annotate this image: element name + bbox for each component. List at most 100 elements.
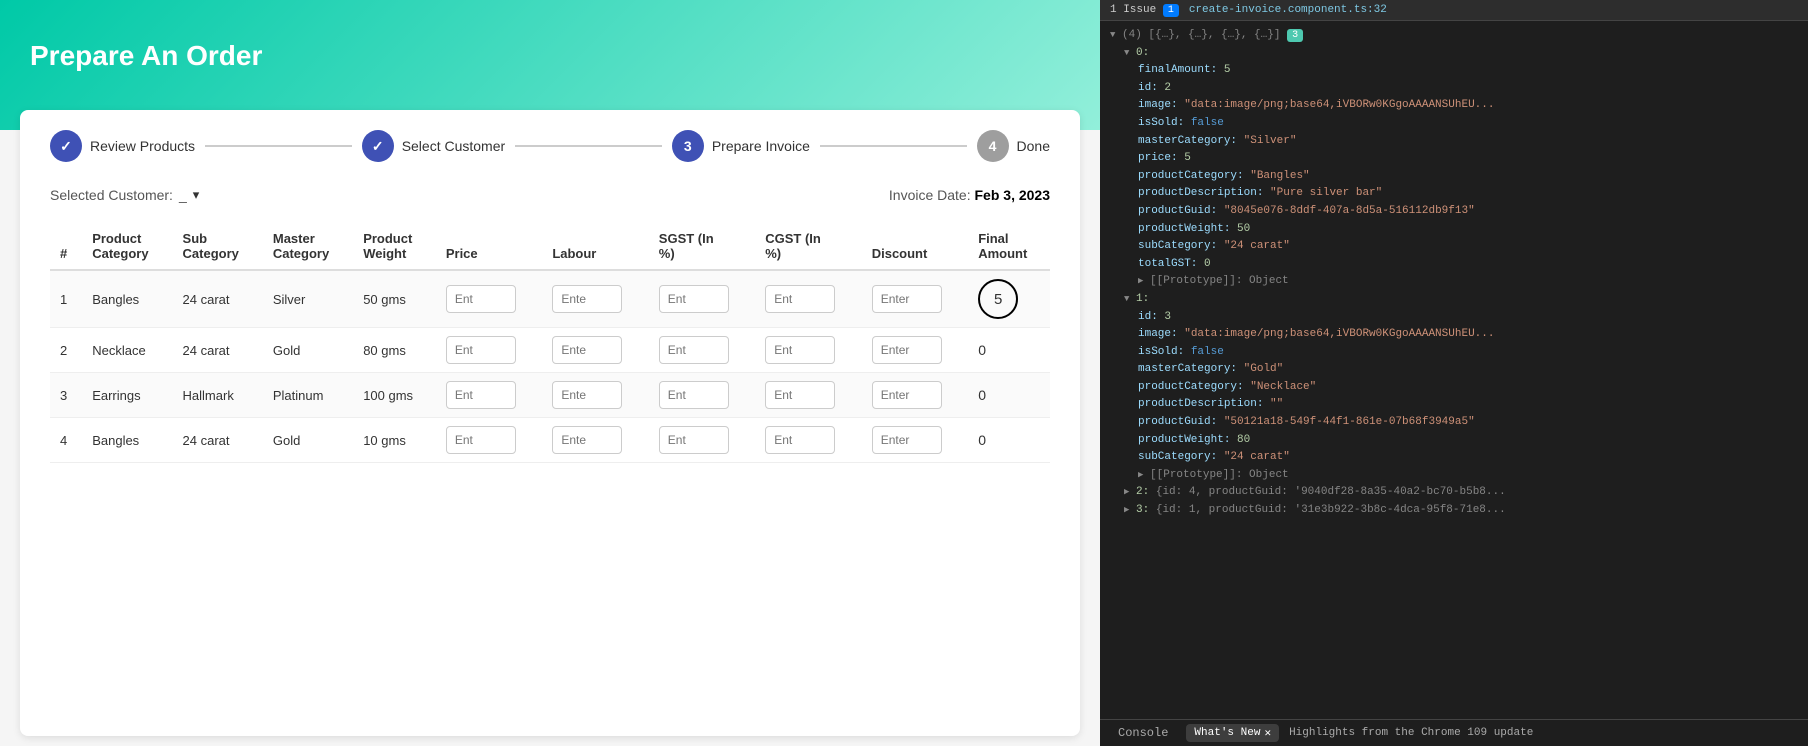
price-input[interactable] — [446, 336, 516, 364]
devtools-item-2: 2: {id: 4, productGuid: '9040df28-8a35-4… — [1110, 484, 1798, 502]
discount-input[interactable] — [872, 381, 942, 409]
cell-num: 1 — [50, 270, 82, 328]
step-connector-3 — [820, 145, 967, 147]
sgst-input[interactable] — [659, 285, 729, 313]
step-2-circle: ✓ — [362, 130, 394, 162]
devtools-file-link[interactable]: create-invoice.component.ts:32 — [1189, 4, 1387, 16]
sgst-input[interactable] — [659, 336, 729, 364]
info-row: Selected Customer: _ ▾ Invoice Date: Feb… — [50, 187, 1050, 203]
whats-new-tab[interactable]: What's New ✕ — [1186, 724, 1279, 742]
sgst-input[interactable] — [659, 426, 729, 454]
step-review-products: ✓ Review Products — [50, 130, 195, 162]
cell-labour[interactable] — [542, 373, 648, 418]
discount-input[interactable] — [872, 426, 942, 454]
labour-input[interactable] — [552, 426, 622, 454]
step-4-number: 4 — [989, 138, 997, 154]
cell-num: 3 — [50, 373, 82, 418]
step-prepare-invoice: 3 Prepare Invoice — [672, 130, 810, 162]
sgst-input[interactable] — [659, 381, 729, 409]
cell-discount[interactable] — [862, 270, 968, 328]
cell-product-category: Earrings — [82, 373, 172, 418]
labour-input[interactable] — [552, 381, 622, 409]
cell-master-category: Gold — [263, 328, 353, 373]
final-amount-cell: 0 — [968, 418, 1050, 463]
cell-sgst[interactable] — [649, 270, 755, 328]
price-input[interactable] — [446, 426, 516, 454]
cell-cgst[interactable] — [755, 328, 861, 373]
step-select-customer: ✓ Select Customer — [362, 130, 505, 162]
cell-discount[interactable] — [862, 418, 968, 463]
col-product-weight: ProductWeight — [353, 223, 436, 270]
expand-item-3-icon[interactable] — [1124, 502, 1129, 520]
cgst-input[interactable] — [765, 285, 835, 313]
cell-sub-category: 24 carat — [173, 328, 263, 373]
cell-price[interactable] — [436, 418, 542, 463]
table-row: 1 Bangles 24 carat Silver 50 gms 5 — [50, 270, 1050, 328]
cell-cgst[interactable] — [755, 373, 861, 418]
prototype-0-icon[interactable] — [1138, 273, 1143, 291]
cell-master-category: Platinum — [263, 373, 353, 418]
col-master-category: MasterCategory — [263, 223, 353, 270]
selected-customer-row: Selected Customer: _ ▾ — [50, 187, 199, 203]
cell-product-category: Bangles — [82, 418, 172, 463]
discount-input[interactable] — [872, 285, 942, 313]
cell-price[interactable] — [436, 328, 542, 373]
cell-labour[interactable] — [542, 418, 648, 463]
products-table: # ProductCategory SubCategory MasterCate… — [50, 223, 1050, 463]
table-row: 4 Bangles 24 carat Gold 10 gms 0 — [50, 418, 1050, 463]
console-tab[interactable]: Console — [1110, 724, 1176, 742]
products-table-container: # ProductCategory SubCategory MasterCate… — [50, 223, 1050, 463]
cell-labour[interactable] — [542, 328, 648, 373]
customer-value: _ — [179, 187, 187, 203]
cgst-input[interactable] — [765, 426, 835, 454]
cell-sgst[interactable] — [649, 373, 755, 418]
cell-master-category: Silver — [263, 270, 353, 328]
cell-cgst[interactable] — [755, 418, 861, 463]
customer-dropdown[interactable]: ▾ — [193, 187, 200, 203]
cell-sgst[interactable] — [649, 328, 755, 373]
devtools-item-0: 0: — [1110, 45, 1798, 63]
close-icon[interactable]: ✕ — [1264, 726, 1271, 740]
cell-sub-category: 24 carat — [173, 418, 263, 463]
step-4-circle: 4 — [977, 130, 1009, 162]
step-1-label: Review Products — [90, 138, 195, 154]
expand-item-2-icon[interactable] — [1124, 484, 1129, 502]
cell-cgst[interactable] — [755, 270, 861, 328]
cell-price[interactable] — [436, 270, 542, 328]
invoice-date-value: Feb 3, 2023 — [975, 187, 1051, 203]
cell-price[interactable] — [436, 373, 542, 418]
cell-product-category: Bangles — [82, 270, 172, 328]
cgst-input[interactable] — [765, 336, 835, 364]
devtools-content: (4) [{…}, {…}, {…}, {…}] 3 0: finalAmoun… — [1100, 21, 1808, 719]
cell-product-category: Necklace — [82, 328, 172, 373]
table-row: 3 Earrings Hallmark Platinum 100 gms 0 — [50, 373, 1050, 418]
devtools-header: 1 Issue 1 create-invoice.component.ts:32 — [1100, 0, 1808, 21]
prototype-1-icon[interactable] — [1138, 467, 1143, 485]
table-row: 2 Necklace 24 carat Gold 80 gms 0 — [50, 328, 1050, 373]
expand-item-1-icon[interactable] — [1124, 291, 1129, 309]
price-input[interactable] — [446, 285, 516, 313]
discount-input[interactable] — [872, 336, 942, 364]
cell-labour[interactable] — [542, 270, 648, 328]
expand-array-icon[interactable] — [1110, 27, 1115, 45]
cell-discount[interactable] — [862, 328, 968, 373]
cgst-input[interactable] — [765, 381, 835, 409]
cell-sgst[interactable] — [649, 418, 755, 463]
invoice-date: Invoice Date: Feb 3, 2023 — [889, 187, 1050, 203]
labour-input[interactable] — [552, 285, 622, 313]
selected-customer-label: Selected Customer: — [50, 187, 173, 203]
col-sgst: SGST (In%) — [649, 223, 755, 270]
final-amount-cell: 0 — [968, 328, 1050, 373]
cell-product-weight: 80 gms — [353, 328, 436, 373]
chrome-update-text: Highlights from the Chrome 109 update — [1289, 727, 1533, 739]
expand-item-0-icon[interactable] — [1124, 45, 1129, 63]
cell-product-weight: 10 gms — [353, 418, 436, 463]
cell-product-weight: 50 gms — [353, 270, 436, 328]
step-done: 4 Done — [977, 130, 1050, 162]
cell-discount[interactable] — [862, 373, 968, 418]
price-input[interactable] — [446, 381, 516, 409]
col-price: Price — [436, 223, 542, 270]
col-num: # — [50, 223, 82, 270]
step-1-circle: ✓ — [50, 130, 82, 162]
labour-input[interactable] — [552, 336, 622, 364]
